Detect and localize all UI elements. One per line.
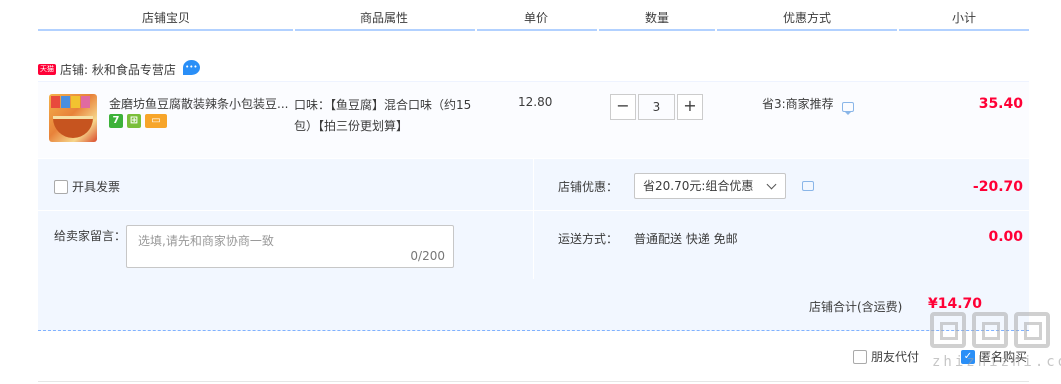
chevron-down-icon (766, 179, 777, 190)
header-discount: 优惠方式 (783, 11, 832, 25)
shop-total-label: 店铺合计(含运费) (809, 300, 903, 314)
invoice-checkbox[interactable] (54, 179, 68, 194)
table-header: 店铺宝贝 商品属性 单价 数量 优惠方式 小计 (38, 0, 1029, 31)
cart-item-row: 金磨坊鱼豆腐散装辣条小包装豆... 7 ⊞ ▭ 口味：【鱼豆腐】混合口味（约15… (38, 81, 1029, 158)
quantity-plus-button[interactable]: + (677, 94, 703, 120)
shop-name[interactable]: 店铺: 秋和食品专营店 (60, 61, 176, 78)
header-underline (38, 29, 293, 31)
shipping-amount: 0.00 (988, 229, 1023, 245)
friend-pay-option[interactable]: 朋友代付 (853, 348, 919, 365)
quantity-minus-button[interactable]: − (610, 94, 636, 120)
tmall-badge-icon: 天猫 (38, 63, 56, 75)
product-title[interactable]: 金磨坊鱼豆腐散装辣条小包装豆... (109, 95, 289, 112)
header-subtotal: 小计 (952, 11, 977, 25)
shop-total-amount: ¥14.70 (928, 296, 983, 312)
memo-textarea[interactable]: 选填,请先和商家协商一致 0/200 (126, 225, 454, 268)
comment-icon[interactable] (802, 181, 814, 191)
header-shop-item: 店铺宝贝 (142, 11, 191, 25)
product-thumbnail[interactable] (49, 94, 97, 142)
dashed-divider (38, 330, 1029, 331)
divider (38, 381, 1029, 382)
memo-label: 给卖家留言： (54, 229, 127, 243)
item-subtotal: 35.40 (978, 96, 1023, 112)
header-underline (717, 29, 897, 31)
divider (533, 159, 534, 279)
memo-char-count: 0/200 (410, 249, 445, 263)
package-icon (61, 96, 70, 108)
shipping-label: 运送方式： (558, 232, 619, 246)
divider (38, 210, 1029, 211)
comment-icon[interactable] (841, 101, 854, 115)
shop-discount-amount: -20.70 (972, 179, 1023, 195)
seven-day-return-icon: 7 (109, 114, 123, 128)
discount-text: 省3:商家推荐 (762, 97, 834, 111)
bowl-icon (53, 116, 93, 138)
shop-discount-value: 省20.70元:组合优惠 (643, 179, 754, 193)
product-attributes: 口味：【鱼豆腐】混合口味（约15包）【拍三份更划算】 (294, 98, 472, 133)
friend-pay-label: 朋友代付 (871, 350, 920, 364)
unit-price: 12.80 (518, 95, 553, 109)
chat-icon[interactable]: ••• (182, 59, 200, 75)
anonymous-buy-label: 匿名购买 (979, 350, 1028, 364)
package-icon (71, 96, 80, 108)
header-underline (295, 29, 475, 31)
shop-discount-label: 店铺优惠： (558, 180, 619, 194)
service-icons: 7 ⊞ ▭ (109, 114, 167, 128)
memo-placeholder: 选填,请先和商家协商一致 (138, 234, 274, 248)
package-icon (51, 96, 60, 108)
package-icon (81, 96, 90, 108)
anonymous-buy-checkbox[interactable]: ✓ (961, 349, 975, 364)
discount-method: 省3:商家推荐 (762, 95, 854, 115)
anonymous-buy-option[interactable]: ✓ 匿名购买 (961, 348, 1027, 365)
quantity-stepper: − 3 + (610, 94, 703, 120)
friend-pay-checkbox[interactable] (853, 349, 867, 364)
shop-discount-select[interactable]: 省20.70元:组合优惠 (634, 173, 786, 199)
header-underline (477, 29, 597, 31)
invoice-option[interactable]: 开具发票 (54, 178, 120, 195)
quantity-input[interactable]: 3 (638, 94, 675, 120)
order-options-panel: 开具发票 给卖家留言： 选填,请先和商家协商一致 0/200 店铺优惠： 省20… (38, 159, 1029, 279)
header-attr: 商品属性 (360, 11, 409, 25)
header-price: 单价 (524, 11, 549, 25)
card-payment-icon: ▭ (145, 114, 167, 128)
invoice-label: 开具发票 (72, 180, 121, 194)
header-underline (599, 29, 715, 31)
shop-line: 天猫 店铺: 秋和食品专营店 ••• (38, 59, 200, 78)
header-qty: 数量 (645, 11, 670, 25)
header-underline (899, 29, 1029, 31)
shipping-method: 普通配送 快递 免邮 (634, 232, 738, 246)
gift-icon: ⊞ (127, 114, 141, 128)
